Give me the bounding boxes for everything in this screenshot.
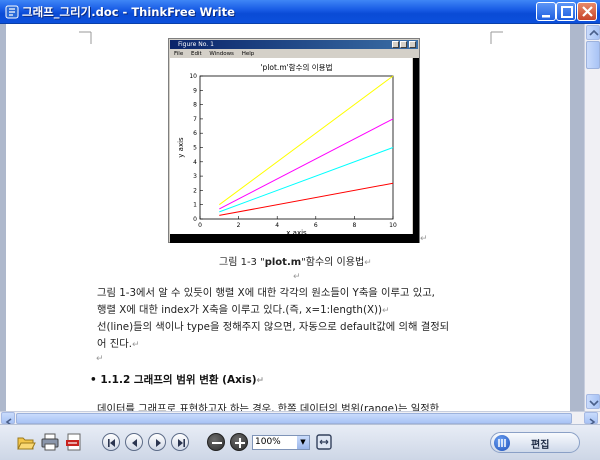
figure-menu-windows: Windows [209,51,234,57]
y-tick-label: 2 [193,187,197,194]
paragraph-line-4: 어 진다.↵ [97,335,140,350]
app-icon [5,5,19,19]
y-tick-label: 6 [193,130,197,137]
y-tick-label: 7 [193,116,197,123]
scroll-left-button[interactable] [1,412,15,426]
x-tick-label: 6 [314,222,318,229]
crop-mark-right [490,31,503,44]
x-tick-label: 8 [352,222,356,229]
zoom-select[interactable]: 100% ▼ [252,435,310,450]
return-mark: ↵ [420,234,428,244]
section-heading: • 1.1.2 그래프의 범위 변환 (Axis)↵ [90,372,264,387]
x-tick-label: 10 [389,222,397,229]
caption-suffix: "함수의 이용법 [301,257,365,268]
zoom-in-button[interactable] [230,433,248,451]
horizontal-scroll-thumb[interactable] [16,413,572,424]
first-page-icon [108,439,115,447]
window-title: 그래프_그리기.doc - ThinkFree Write [22,5,235,19]
window-titlebar[interactable]: 그래프_그리기.doc - ThinkFree Write [0,0,600,24]
return-mark: ↵ [293,272,301,282]
arrow-up-icon [589,29,599,36]
prev-page-icon [132,439,137,447]
caption-bold: plot.m [264,257,302,268]
scroll-right-button[interactable] [584,412,598,426]
figure-window-image[interactable]: Figure No. 1 File Edit Windows Help 'plo… [168,38,420,243]
vertical-scroll-thumb[interactable] [586,41,600,69]
last-page-icon [178,439,185,447]
close-button[interactable] [577,2,597,21]
return-mark: ↵ [131,340,140,350]
y-tick-label: 10 [189,73,197,80]
figure-minimize-icon [392,41,399,48]
next-page-icon [156,439,161,447]
y-tick-label: 4 [193,159,197,166]
paragraph-text: 선(line)들의 색이나 type을 정해주지 않으면, 자동으로 defau… [97,321,450,333]
maximize-icon [561,6,573,18]
y-axis-label: y axis [177,137,185,158]
last-page-button[interactable] [171,433,189,451]
zoom-out-icon [212,442,222,444]
y-tick-label: 8 [193,102,197,109]
minimize-icon [542,15,550,18]
caption-prefix: 그림 1-3 " [219,257,265,268]
figure-menu-file: File [174,51,184,57]
paragraph-text: 어 진다. [97,338,132,350]
return-mark: ↵ [382,306,390,316]
figure-canvas: 'plot.m'함수의 이용법 0 2 4 6 8 10 0 1 2 3 4 5 6 7 8 9 10 x axis… [170,58,412,237]
chevron-down-icon[interactable]: ▼ [297,436,309,449]
paragraph-text: 행렬 X에 대한 index가 X축을 이루고 있다.(즉, x=1:lengt… [97,304,383,316]
close-icon [582,6,593,17]
next-page-button[interactable] [148,433,166,451]
paragraph-line-3: 선(line)들의 색이나 type을 정해주지 않으면, 자동으로 defau… [97,318,449,333]
y-tick-label: 5 [193,145,197,152]
return-mark: ↵ [96,354,104,364]
figure-titlebar: Figure No. 1 [170,40,418,49]
first-page-button[interactable] [102,433,120,451]
edit-icon [494,435,510,451]
zoom-out-button[interactable] [207,433,225,451]
x-tick-label: 0 [198,222,202,229]
y-tick-label: 0 [193,216,197,223]
vertical-scrollbar[interactable] [584,24,600,411]
paragraph-line-2: 행렬 X에 대한 index가 X축을 이루고 있다.(즉, x=1:lengt… [97,301,390,316]
line-chart: 'plot.m'함수의 이용법0 2 4 6 8 10012345678910x axis… [177,62,397,237]
y-tick-label: 1 [193,202,197,209]
figure-caption: 그림 1-3 "plot.m"함수의 이용법↵ [219,253,372,268]
return-mark: ↵ [256,376,265,386]
zoom-value: 100% [255,437,281,447]
maximize-button[interactable] [556,2,576,21]
heading-text: • 1.1.2 그래프의 범위 변환 (Axis) [90,374,257,386]
paragraph-text: 그림 1-3에서 알 수 있듯이 행렬 X에 대한 각각의 원소들이 Y축을 이… [97,287,435,299]
arrow-down-icon [589,400,599,407]
crop-mark-left [79,31,92,44]
y-tick-label: 3 [193,173,197,180]
chart-title: 'plot.m'함수의 이용법 [261,62,333,72]
fit-page-icon[interactable] [314,432,334,452]
figure-close-icon [409,41,416,48]
figure-shadow-bottom [170,234,419,243]
zoom-in-icon [235,438,245,448]
edit-button[interactable]: 편집 [490,432,580,453]
y-tick-label: 9 [193,87,197,94]
figure-shadow-right [413,58,419,243]
figure-menu-help: Help [241,51,255,57]
return-mark: ↵ [364,258,372,268]
minimize-button[interactable] [536,2,556,21]
paragraph-line-1: 그림 1-3에서 알 수 있듯이 행렬 X에 대한 각각의 원소들이 Y축을 이… [97,284,435,299]
edit-label: 편집 [531,440,550,451]
scroll-down-button[interactable] [586,394,600,409]
figure-menu-edit: Edit [190,51,202,57]
x-tick-label: 2 [237,222,241,229]
figure-menubar: File Edit Windows Help [170,50,418,58]
figure-title: Figure No. 1 [178,41,214,48]
figure-maximize-icon [400,41,407,48]
horizontal-scrollbar[interactable] [0,411,600,426]
print-icon[interactable] [40,432,60,452]
open-icon[interactable] [16,432,36,452]
bottom-toolbar: 100% ▼ 편집 [0,424,600,460]
x-tick-label: 4 [275,222,279,229]
scroll-up-button[interactable] [586,25,600,40]
pdf-icon[interactable] [64,432,84,452]
prev-page-button[interactable] [125,433,143,451]
